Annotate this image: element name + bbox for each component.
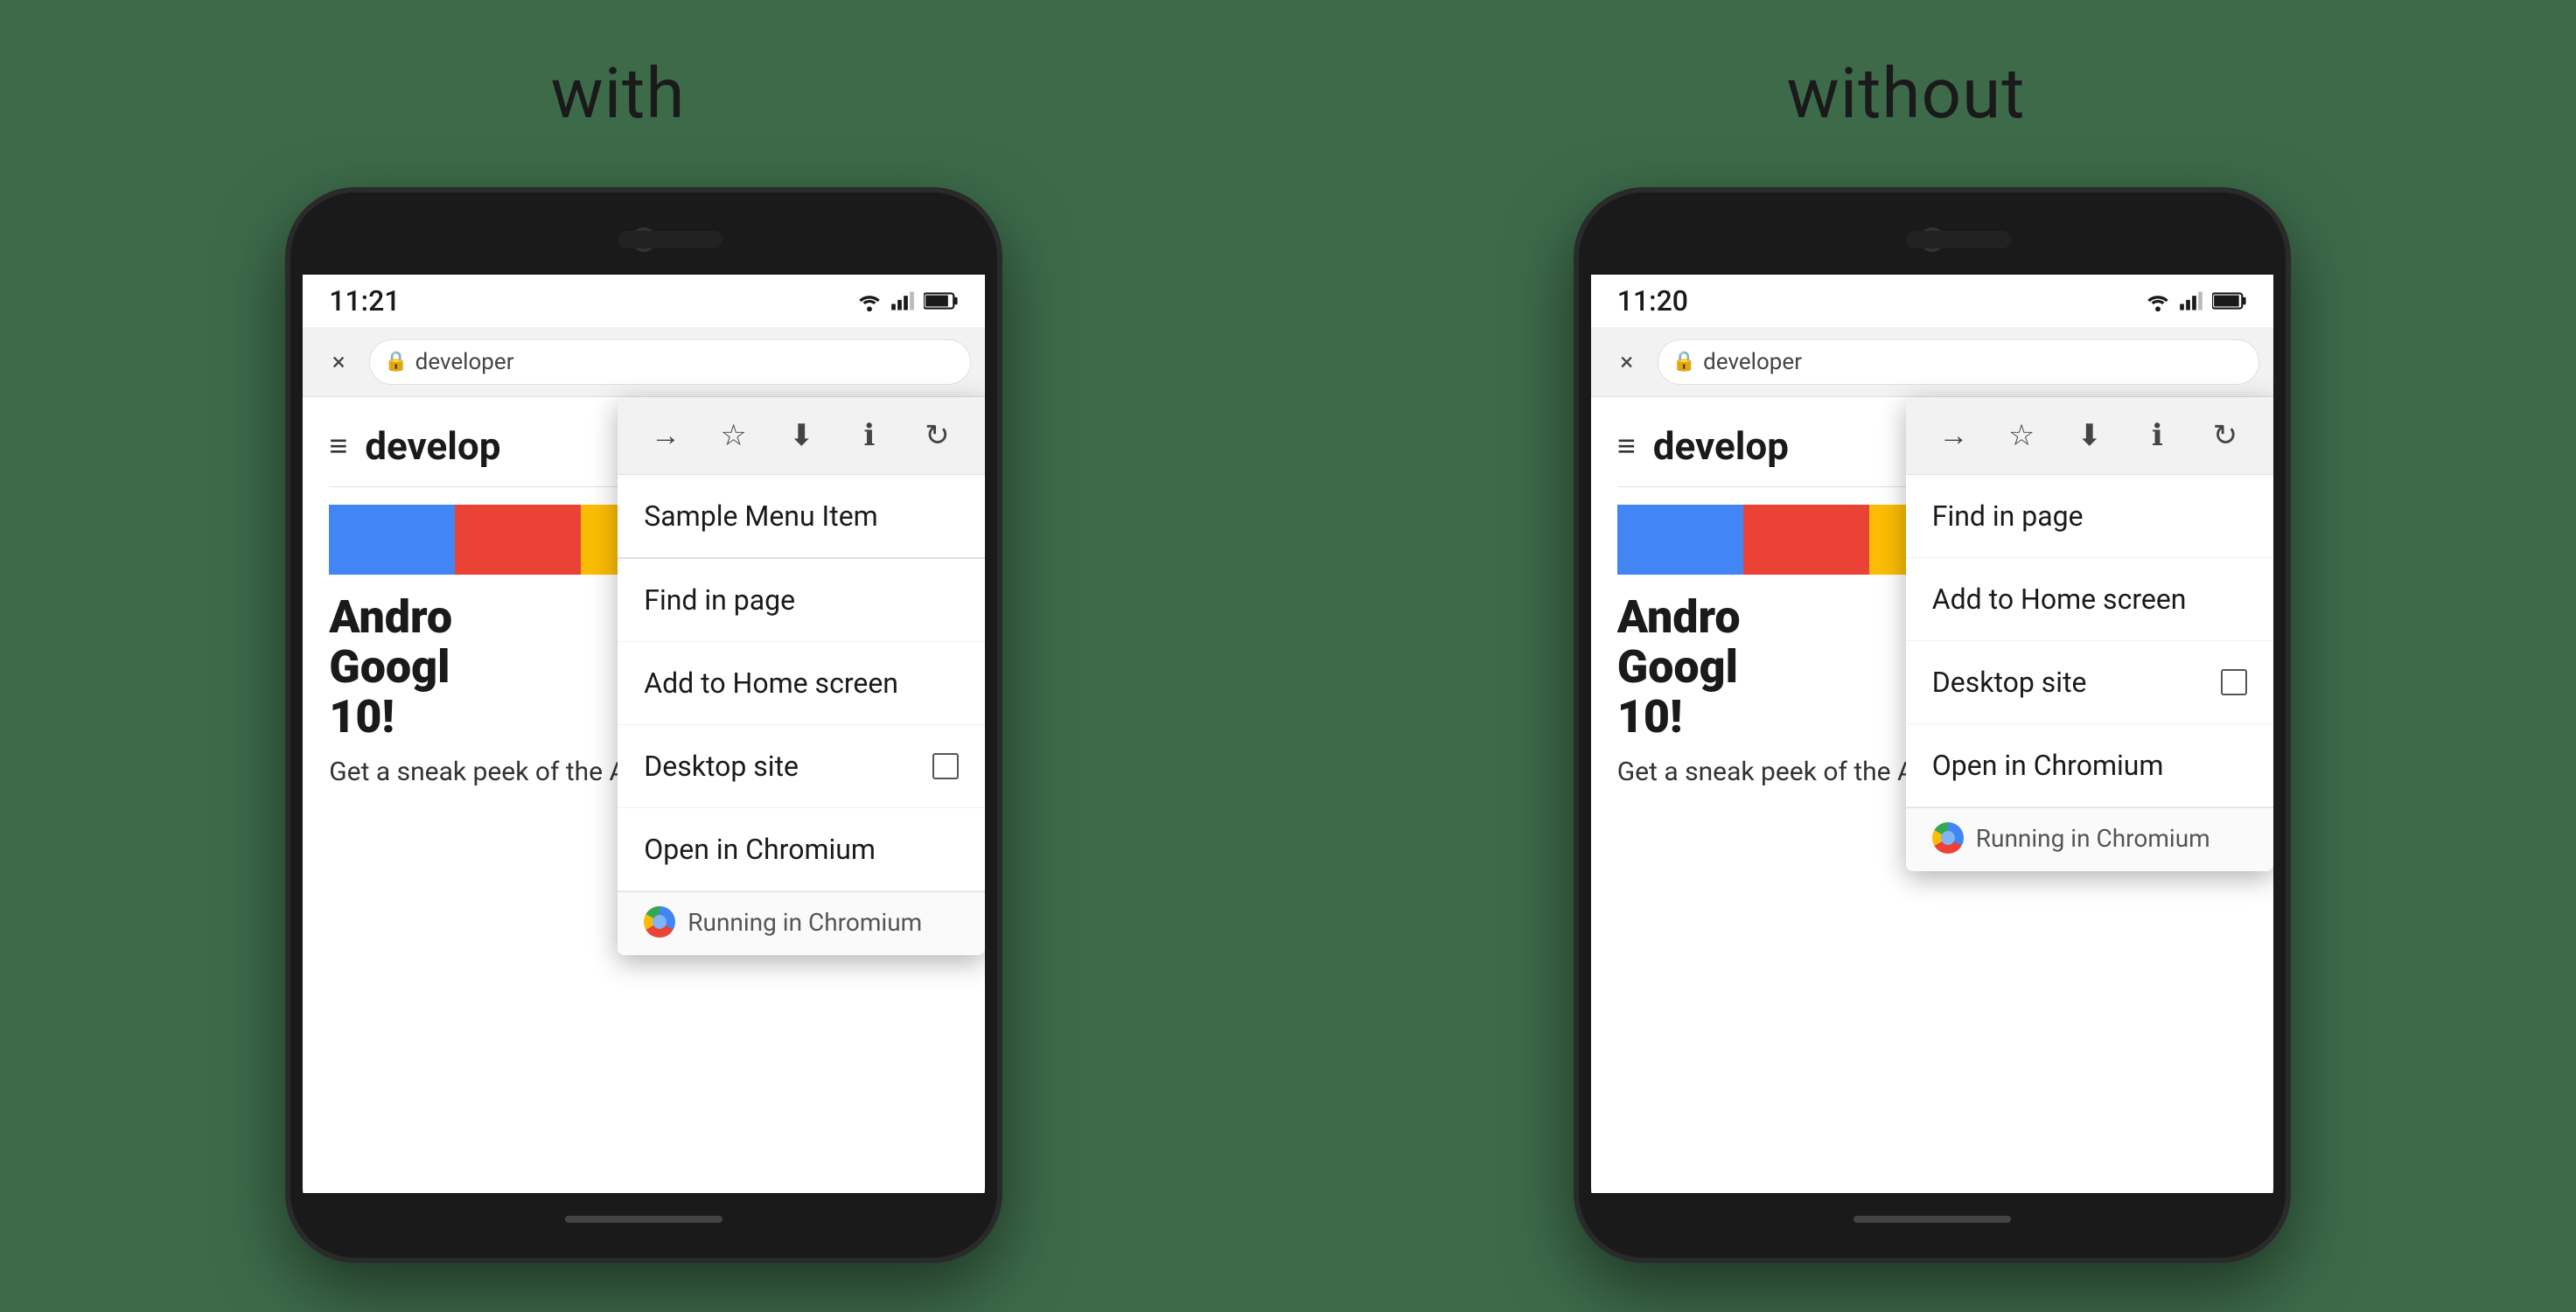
signal-icon-with bbox=[890, 290, 915, 311]
desktop-site-checkbox-with[interactable] bbox=[932, 753, 959, 779]
url-bar-without[interactable]: 🔒 developer bbox=[1658, 339, 2259, 385]
chromium-badge-without: Running in Chromium bbox=[1906, 807, 2273, 871]
close-btn-without[interactable]: × bbox=[1605, 340, 1649, 384]
desktop-site-without[interactable]: Desktop site bbox=[1906, 641, 2273, 724]
lock-icon-with: 🔒 bbox=[384, 351, 408, 373]
stripe-red-without bbox=[1743, 505, 1869, 575]
label-without: without bbox=[1787, 52, 2026, 135]
label-with: with bbox=[551, 52, 686, 135]
wifi-icon-with bbox=[857, 290, 882, 311]
status-icons-with bbox=[857, 290, 959, 311]
status-time-with: 11:21 bbox=[329, 284, 400, 318]
chrome-toolbar-without: × 🔒 developer bbox=[1591, 327, 2273, 397]
hamburger-icon-with: ≡ bbox=[329, 428, 347, 464]
add-to-home-with[interactable]: Add to Home screen bbox=[618, 642, 985, 725]
refresh-btn-with[interactable]: ↻ bbox=[914, 413, 960, 458]
labels-row: with without bbox=[0, 0, 2576, 187]
phone-without-screen: 11:20 bbox=[1591, 275, 2273, 1193]
forward-btn-without[interactable]: → bbox=[1931, 413, 1977, 458]
battery-icon-with bbox=[924, 290, 959, 311]
hamburger-icon-without: ≡ bbox=[1617, 428, 1636, 464]
download-btn-without[interactable]: ⬇ bbox=[2067, 413, 2112, 458]
status-bar-with: 11:21 bbox=[303, 275, 985, 327]
chromium-badge-with: Running in Chromium bbox=[618, 891, 985, 955]
status-icons-without bbox=[2146, 290, 2247, 311]
open-in-chromium-with[interactable]: Open in Chromium bbox=[618, 808, 985, 891]
phone-without-inner: 11:20 bbox=[1591, 205, 2273, 1246]
refresh-btn-without[interactable]: ↻ bbox=[2203, 413, 2248, 458]
speaker-with bbox=[618, 231, 723, 248]
star-btn-without[interactable]: ☆ bbox=[1999, 413, 2044, 458]
download-btn-with[interactable]: ⬇ bbox=[778, 413, 824, 458]
phones-row: 11:21 bbox=[0, 187, 2576, 1263]
wifi-icon-without bbox=[2146, 290, 2170, 311]
phone-with: 11:21 bbox=[285, 187, 1002, 1263]
add-to-home-without[interactable]: Add to Home screen bbox=[1906, 558, 2273, 641]
phone-with-inner: 11:21 bbox=[303, 205, 985, 1246]
find-in-page-with[interactable]: Find in page bbox=[618, 559, 985, 642]
url-text-with: developer bbox=[415, 349, 514, 375]
dropdown-toolbar-with: → ☆ ⬇ ℹ ↻ bbox=[618, 397, 985, 475]
phone-bottom-without bbox=[1591, 1193, 2273, 1246]
speaker-without bbox=[1906, 231, 2011, 248]
star-btn-with[interactable]: ☆ bbox=[711, 413, 757, 458]
battery-icon-without bbox=[2212, 290, 2247, 311]
chromium-badge-text-with: Running in Chromium bbox=[688, 908, 922, 937]
phone-with-screen: 11:21 bbox=[303, 275, 985, 1193]
home-indicator-without bbox=[1853, 1216, 2011, 1223]
phone-with-top-bar bbox=[303, 205, 985, 275]
close-btn-with[interactable]: × bbox=[317, 340, 360, 384]
stripe-blue-without bbox=[1617, 505, 1743, 575]
url-bar-with[interactable]: 🔒 developer bbox=[369, 339, 971, 385]
stripe-red-with bbox=[455, 505, 581, 575]
home-indicator-with bbox=[565, 1216, 723, 1223]
desktop-site-checkbox-without[interactable] bbox=[2221, 669, 2247, 695]
open-in-chromium-without[interactable]: Open in Chromium bbox=[1906, 724, 2273, 807]
dropdown-without: → ☆ ⬇ ℹ ↻ Find in page Add to Home scree… bbox=[1906, 397, 2273, 871]
status-bar-without: 11:20 bbox=[1591, 275, 2273, 327]
page-title-without: develop bbox=[1653, 423, 1789, 469]
info-btn-with[interactable]: ℹ bbox=[847, 413, 892, 458]
info-btn-without[interactable]: ℹ bbox=[2134, 413, 2180, 458]
dropdown-toolbar-without: → ☆ ⬇ ℹ ↻ bbox=[1906, 397, 2273, 475]
chromium-logo-with bbox=[644, 906, 675, 938]
page-title-with: develop bbox=[365, 423, 500, 469]
phone-bottom-with bbox=[303, 1193, 985, 1246]
phone-without: 11:20 bbox=[1574, 187, 2291, 1263]
chromium-badge-text-without: Running in Chromium bbox=[1976, 824, 2210, 853]
forward-btn-with[interactable]: → bbox=[643, 413, 688, 458]
dropdown-with: → ☆ ⬇ ℹ ↻ Sample Menu Item Find in page … bbox=[618, 397, 985, 955]
find-in-page-without[interactable]: Find in page bbox=[1906, 475, 2273, 558]
stripe-blue-with bbox=[329, 505, 455, 575]
phone-without-top-bar bbox=[1591, 205, 2273, 275]
status-time-without: 11:20 bbox=[1617, 284, 1688, 318]
chrome-toolbar-with: × 🔒 developer bbox=[303, 327, 985, 397]
signal-icon-without bbox=[2179, 290, 2203, 311]
url-text-without: developer bbox=[1703, 349, 1802, 375]
lock-icon-without: 🔒 bbox=[1672, 351, 1696, 373]
desktop-site-with[interactable]: Desktop site bbox=[618, 725, 985, 808]
sample-menu-item[interactable]: Sample Menu Item bbox=[618, 475, 985, 558]
chromium-logo-without bbox=[1932, 822, 1964, 854]
